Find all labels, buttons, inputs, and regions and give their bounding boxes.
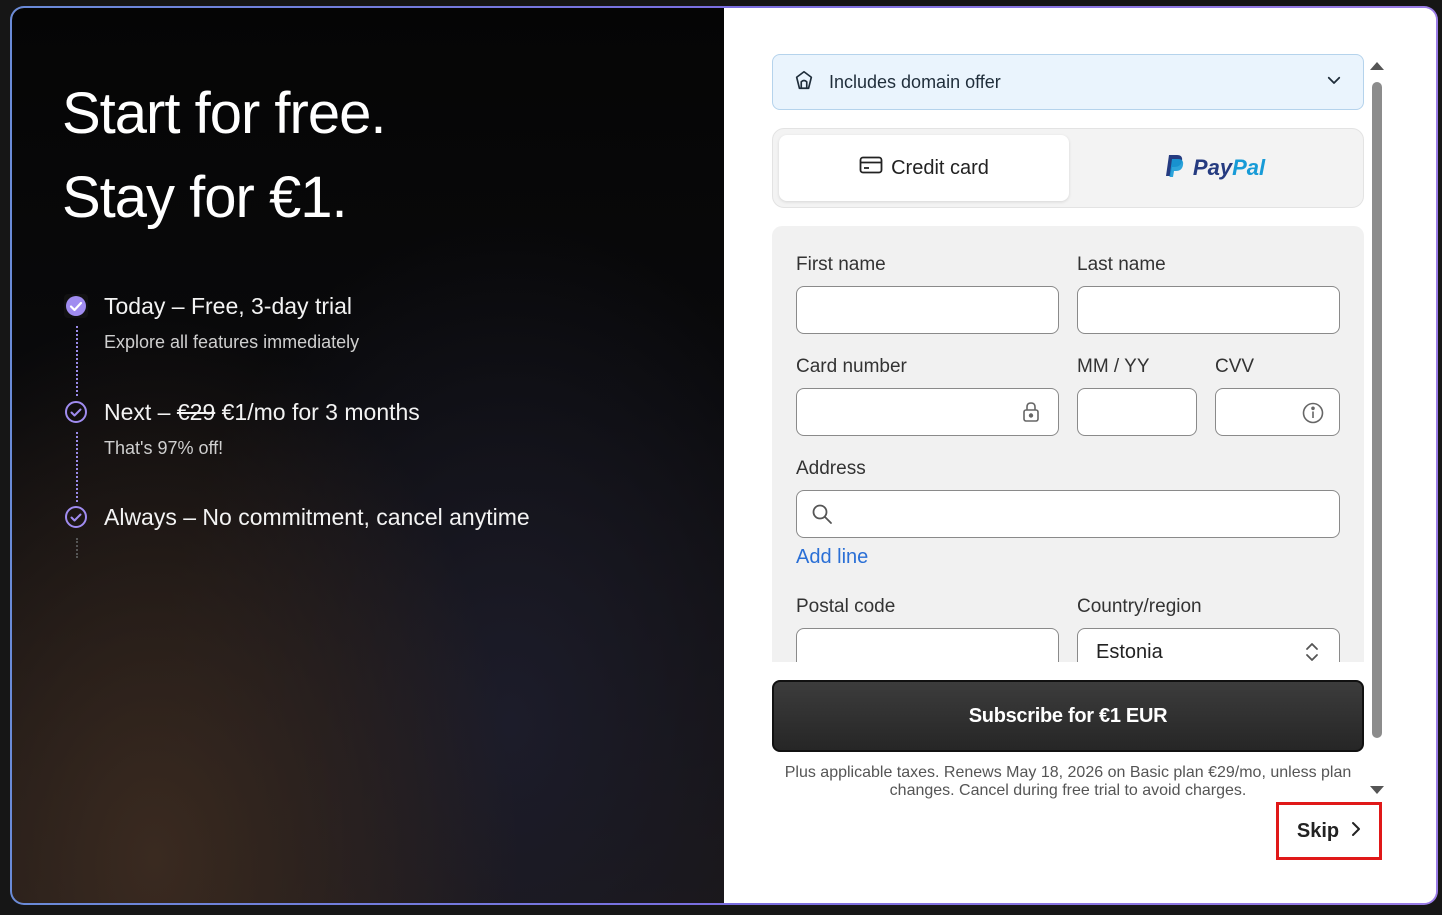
select-arrows-icon: [1304, 641, 1320, 662]
step-subtitle: That's 97% off!: [104, 438, 224, 458]
postal-code-label: Postal code: [796, 596, 896, 617]
cvv-input[interactable]: [1215, 388, 1340, 436]
card-number-label: Card number: [796, 356, 907, 377]
step-title-prefix: Next –: [104, 399, 177, 425]
last-name-input[interactable]: [1077, 286, 1340, 334]
country-select[interactable]: Estonia: [1077, 628, 1340, 662]
domain-icon: [793, 69, 815, 96]
terms-text: Plus applicable taxes. Renews May 18, 20…: [784, 764, 1352, 799]
cvv-label: CVV: [1215, 356, 1255, 377]
dialog: Start for free. Stay for €1. Today – Fre…: [12, 8, 1436, 903]
paypal-wordmark-pay: Pay: [1192, 155, 1233, 180]
checkout-panel: Includes domain offer Credit card PayPal…: [724, 8, 1436, 903]
country-select-value: Estonia: [1096, 641, 1163, 662]
scroll-down-arrow-icon[interactable]: [1370, 786, 1384, 794]
tab-credit-card-label: Credit card: [891, 156, 989, 179]
country-label: Country/region: [1077, 596, 1202, 617]
address-input[interactable]: [796, 490, 1340, 538]
info-icon[interactable]: [1302, 402, 1324, 429]
step-connector: [76, 326, 78, 396]
first-name-label: First name: [796, 254, 886, 275]
new-price: €1/mo for 3 months: [215, 399, 420, 425]
step-connector: [76, 432, 78, 502]
headline-line-2: Stay for €1.: [62, 165, 348, 230]
paypal-logo-icon: [1165, 154, 1185, 183]
skip-label: Skip: [1296, 819, 1340, 842]
tab-credit-card[interactable]: Credit card: [779, 135, 1069, 201]
card-number-input[interactable]: [796, 388, 1059, 436]
payment-method-tabs: Credit card PayPal: [772, 128, 1364, 208]
check-outline-icon: [64, 400, 88, 424]
scroll-up-arrow-icon[interactable]: [1370, 62, 1384, 70]
postal-code-input[interactable]: [796, 628, 1059, 662]
lock-icon: [1021, 401, 1041, 428]
expiry-input[interactable]: [1077, 388, 1197, 436]
last-name-label: Last name: [1077, 254, 1166, 275]
paypal-wordmark-pal: Pal: [1232, 155, 1266, 180]
dialog-frame: Start for free. Stay for €1. Today – Fre…: [10, 6, 1438, 905]
step-title: Always – No commitment, cancel anytime: [104, 504, 530, 530]
promo-panel: Start for free. Stay for €1. Today – Fre…: [12, 8, 724, 903]
first-name-input[interactable]: [796, 286, 1059, 334]
skip-button[interactable]: Skip: [1276, 802, 1382, 860]
paypal-wordmark: PayPal: [1193, 155, 1265, 181]
credit-card-icon: [859, 156, 883, 180]
step-title: Next – €29 €1/mo for 3 months: [104, 396, 664, 428]
address-label: Address: [796, 458, 866, 479]
old-price: €29: [176, 399, 216, 425]
scroll-thumb[interactable]: [1372, 82, 1382, 738]
step-subtitle: Explore all features immediately: [104, 332, 360, 352]
check-filled-icon: [64, 294, 88, 318]
chevron-right-icon: [1351, 820, 1361, 843]
check-outline-icon: [64, 505, 88, 529]
step-title: Today – Free, 3-day trial: [104, 293, 353, 319]
chevron-down-icon: [1325, 71, 1343, 94]
step-always: Always – No commitment, cancel anytime: [64, 501, 684, 533]
headline-line-1: Start for free.: [62, 81, 386, 146]
form-scrollbar[interactable]: [1370, 60, 1384, 800]
expiry-label: MM / YY: [1077, 356, 1150, 377]
add-line-link[interactable]: Add line: [796, 546, 868, 569]
card-form: First name Last name Card number MM / YY…: [772, 226, 1364, 662]
step-next: Next – €29 €1/mo for 3 months That's 97%…: [64, 396, 664, 459]
step-today: Today – Free, 3-day trial Explore all fe…: [64, 290, 664, 353]
domain-offer-accordion[interactable]: Includes domain offer: [772, 54, 1364, 110]
search-icon: [811, 503, 833, 530]
domain-offer-label: Includes domain offer: [829, 71, 1001, 92]
step-connector: [76, 538, 78, 558]
subscribe-button[interactable]: Subscribe for €1 EUR: [772, 680, 1364, 752]
tab-paypal[interactable]: PayPal: [1071, 135, 1359, 201]
